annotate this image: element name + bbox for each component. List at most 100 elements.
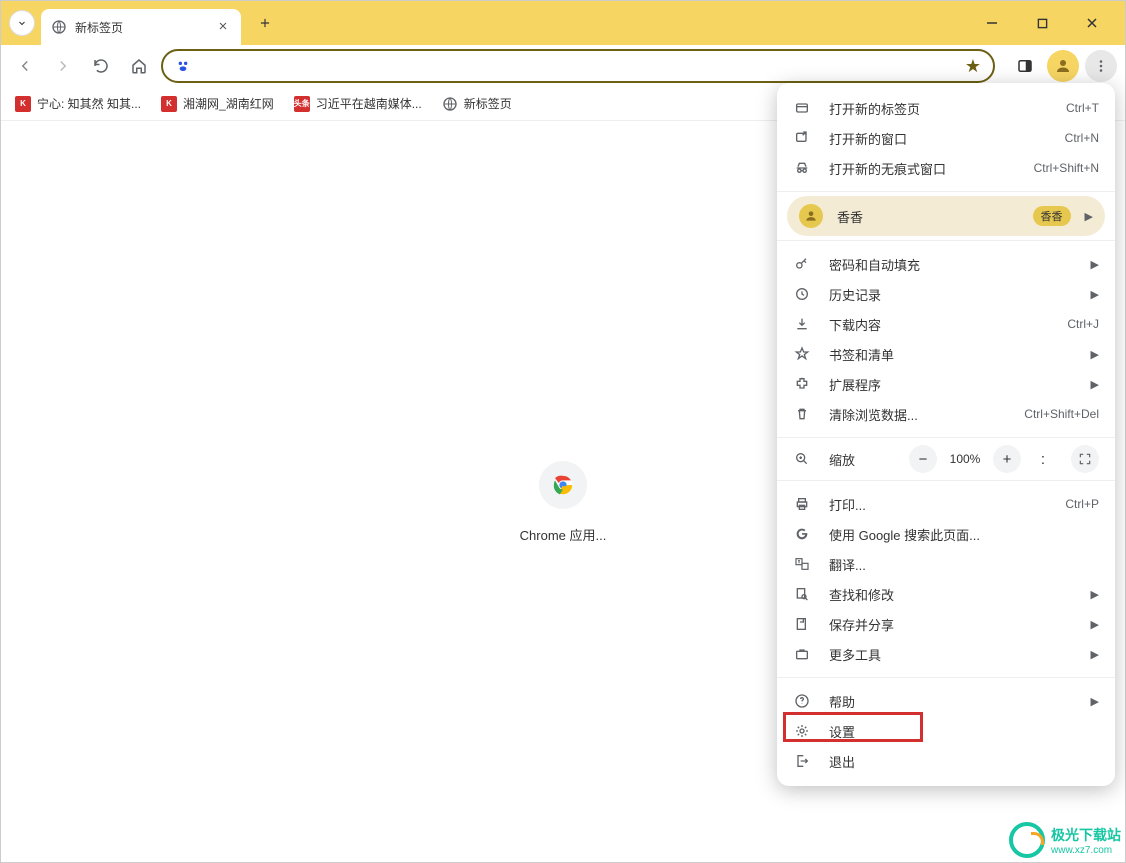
bookmark-label: 新标签页 (464, 95, 512, 112)
address-bar[interactable]: ★ (161, 49, 995, 83)
menu-divider (777, 480, 1115, 481)
menu-label: 历史记录 (829, 285, 1083, 304)
menu-label: 密码和自动填充 (829, 255, 1083, 274)
menu-new-tab[interactable]: 打开新的标签页 Ctrl+T (777, 93, 1115, 123)
menu-more-tools[interactable]: 更多工具 ▶ (777, 639, 1115, 669)
bookmark-item[interactable]: K 宁心: 知其然 知其... (15, 95, 141, 112)
menu-help[interactable]: 帮助 ▶ (777, 686, 1115, 716)
window-controls (977, 8, 1117, 38)
menu-label: 使用 Google 搜索此页面... (829, 525, 1099, 544)
menu-find-edit[interactable]: 查找和修改 ▶ (777, 579, 1115, 609)
profile-name: 香香 (837, 207, 1033, 226)
menu-exit[interactable]: 退出 (777, 746, 1115, 776)
arrow-right-icon (54, 57, 72, 75)
fullscreen-icon (1078, 452, 1092, 466)
menu-divider (777, 677, 1115, 678)
menu-divider (777, 437, 1115, 438)
menu-new-incognito[interactable]: 打开新的无痕式窗口 Ctrl+Shift+N (777, 153, 1115, 183)
chevron-down-icon (16, 17, 28, 29)
chevron-right-icon: ▶ (1091, 378, 1099, 391)
menu-shortcut: Ctrl+P (1065, 497, 1099, 511)
chevron-right-icon: ▶ (1091, 618, 1099, 631)
minimize-icon (986, 17, 998, 29)
tab[interactable]: 新标签页 (41, 9, 241, 45)
shortcut[interactable]: Chrome 应用... (520, 461, 607, 544)
briefcase-icon (793, 645, 811, 663)
bookmark-star-button[interactable]: ★ (965, 56, 981, 77)
menu-translate[interactable]: 翻译... (777, 549, 1115, 579)
star-icon (793, 345, 811, 363)
menu-print[interactable]: 打印... Ctrl+P (777, 489, 1115, 519)
new-tab-button[interactable] (251, 9, 279, 37)
puzzle-icon (793, 375, 811, 393)
tab-search-button[interactable] (9, 10, 35, 36)
side-panel-button[interactable] (1009, 50, 1041, 82)
menu-label: 设置 (829, 722, 1099, 741)
incognito-icon (793, 159, 811, 177)
history-icon (793, 285, 811, 303)
chevron-right-icon: ▶ (1091, 588, 1099, 601)
bookmark-label: 习近平在越南媒体... (316, 95, 422, 112)
bookmark-item[interactable]: 头条 习近平在越南媒体... (294, 95, 422, 112)
forward-button[interactable] (47, 50, 79, 82)
watermark-title: 极光下载站 (1051, 825, 1121, 845)
menu-label: 更多工具 (829, 645, 1083, 664)
chevron-right-icon: ▶ (1091, 258, 1099, 271)
watermark-logo-icon (1009, 822, 1045, 858)
bookmark-label: 宁心: 知其然 知其... (37, 95, 141, 112)
maximize-button[interactable] (1027, 8, 1057, 38)
menu-shortcut: Ctrl+Shift+N (1034, 161, 1099, 175)
tab-close-button[interactable] (217, 20, 231, 34)
menu-label: 保存并分享 (829, 615, 1083, 634)
menu-google-search[interactable]: 使用 Google 搜索此页面... (777, 519, 1115, 549)
zoom-out-button[interactable]: − (909, 445, 937, 473)
zoom-icon (793, 450, 811, 468)
translate-icon (793, 555, 811, 573)
person-icon (1054, 57, 1072, 75)
search-doc-icon (793, 585, 811, 603)
close-button[interactable] (1077, 8, 1107, 38)
download-icon (793, 315, 811, 333)
trash-icon (793, 405, 811, 423)
menu-new-window[interactable]: 打开新的窗口 Ctrl+N (777, 123, 1115, 153)
menu-label: 下载内容 (829, 315, 1067, 334)
key-icon (793, 255, 811, 273)
home-icon (130, 57, 148, 75)
menu-settings[interactable]: 设置 (777, 716, 1115, 746)
dots-vertical-icon (1092, 57, 1110, 75)
arrow-left-icon (16, 57, 34, 75)
reload-button[interactable] (85, 50, 117, 82)
menu-label: 清除浏览数据... (829, 405, 1024, 424)
tab-title: 新标签页 (75, 19, 209, 36)
gear-icon (793, 722, 811, 740)
home-button[interactable] (123, 50, 155, 82)
zoom-in-button[interactable]: + (993, 445, 1021, 473)
menu-passwords[interactable]: 密码和自动填充 ▶ (777, 249, 1115, 279)
kebab-menu-button[interactable] (1085, 50, 1117, 82)
menu-downloads[interactable]: 下载内容 Ctrl+J (777, 309, 1115, 339)
bookmark-item[interactable]: 新标签页 (442, 95, 512, 112)
menu-extensions[interactable]: 扩展程序 ▶ (777, 369, 1115, 399)
minimize-button[interactable] (977, 8, 1007, 38)
menu-bookmarks[interactable]: 书签和清单 ▶ (777, 339, 1115, 369)
menu-label: 书签和清单 (829, 345, 1083, 364)
menu-label: 退出 (829, 752, 1099, 771)
profile-button[interactable] (1047, 50, 1079, 82)
watermark: 极光下载站 www.xz7.com (1009, 822, 1121, 858)
bookmark-item[interactable]: K 湘潮网_湖南红网 (161, 95, 274, 112)
chevron-right-icon: ▶ (1085, 210, 1093, 223)
shortcut-label: Chrome 应用... (520, 525, 607, 544)
zoom-value: 100% (945, 452, 985, 466)
google-icon (793, 525, 811, 543)
fullscreen-button[interactable] (1071, 445, 1099, 473)
toutiao-icon: 头条 (294, 96, 310, 112)
back-button[interactable] (9, 50, 41, 82)
menu-clear-data[interactable]: 清除浏览数据... Ctrl+Shift+Del (777, 399, 1115, 429)
menu-save-share[interactable]: 保存并分享 ▶ (777, 609, 1115, 639)
bookmark-icon: K (15, 96, 31, 112)
menu-history[interactable]: 历史记录 ▶ (777, 279, 1115, 309)
chevron-right-icon: ▶ (1091, 348, 1099, 361)
chevron-right-icon: ▶ (1091, 695, 1099, 708)
menu-profile[interactable]: 香香 香香 ▶ (787, 196, 1105, 236)
tab-icon (793, 99, 811, 117)
